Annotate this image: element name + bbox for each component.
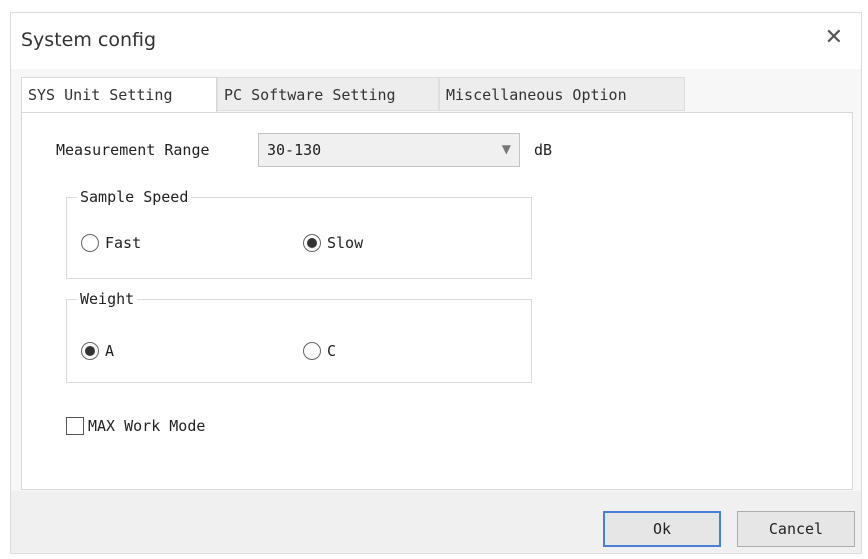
settings-panel: Measurement Range 30-130 ▼ dB Sample Spe…: [21, 112, 853, 490]
close-icon[interactable]: ✕: [825, 27, 843, 49]
button-bar: Ok Cancel: [11, 491, 861, 553]
radio-weight-c[interactable]: [303, 342, 321, 360]
radio-slow[interactable]: [303, 234, 321, 252]
system-config-dialog: System config ✕ SYS Unit Setting PC Soft…: [10, 12, 862, 554]
measurement-range-unit: dB: [534, 141, 553, 159]
max-work-mode-label: MAX Work Mode: [88, 417, 206, 435]
radio-weight-c-label: C: [327, 342, 337, 360]
weight-title: Weight: [77, 290, 138, 308]
dialog-title: System config: [21, 29, 157, 51]
measurement-range-value: 30-130: [267, 141, 322, 159]
tab-sys-unit-setting[interactable]: SYS Unit Setting: [21, 77, 217, 113]
radio-fast-label: Fast: [105, 234, 142, 252]
measurement-range-label: Measurement Range: [56, 141, 210, 159]
sample-speed-title: Sample Speed: [77, 188, 192, 206]
radio-fast[interactable]: [81, 234, 99, 252]
sample-speed-group: Sample Speed Fast Slow: [66, 188, 532, 279]
radio-weight-a-label: A: [105, 342, 115, 360]
weight-group: Weight A C: [66, 290, 532, 383]
cancel-button[interactable]: Cancel: [737, 511, 855, 547]
radio-weight-a[interactable]: [81, 342, 99, 360]
max-work-mode-checkbox[interactable]: [66, 417, 84, 435]
ok-button[interactable]: Ok: [603, 511, 721, 547]
tab-bar: SYS Unit Setting PC Software Setting Mis…: [21, 77, 853, 113]
chevron-down-icon: ▼: [501, 142, 511, 156]
tab-miscellaneous-option[interactable]: Miscellaneous Option: [439, 77, 685, 111]
radio-slow-label: Slow: [327, 234, 364, 252]
tab-pc-software-setting[interactable]: PC Software Setting: [217, 77, 439, 111]
title-bar: System config ✕: [11, 13, 861, 69]
measurement-range-select[interactable]: 30-130 ▼: [258, 133, 520, 167]
